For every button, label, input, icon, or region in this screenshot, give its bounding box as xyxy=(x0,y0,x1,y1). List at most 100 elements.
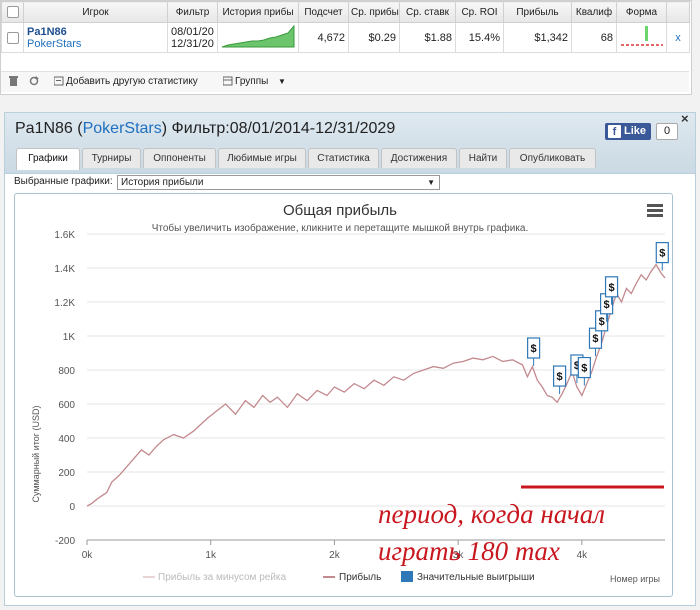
avg-stake-cell: $1.88 xyxy=(399,22,456,53)
player-name-link[interactable]: Pa1N86 xyxy=(27,26,164,38)
tab-search[interactable]: Найти xyxy=(459,148,507,168)
x-tick-label: 1k xyxy=(205,550,217,561)
tab-statistics[interactable]: Статистика xyxy=(308,148,379,168)
y-tick-label: 800 xyxy=(58,366,75,377)
table-row: Pa1N86 PokerStars 08/01/20 12/31/20 4,67… xyxy=(1,22,690,53)
big-win-dollar: $ xyxy=(604,299,610,311)
history-sparkline-cell xyxy=(217,22,299,53)
y-tick-label: 600 xyxy=(58,400,75,411)
tab-tournaments[interactable]: Турниры xyxy=(82,148,141,168)
big-win-marker[interactable]: $ xyxy=(527,337,541,366)
col-form[interactable]: Форма xyxy=(616,1,667,23)
row-checkbox[interactable] xyxy=(1,22,24,53)
profit-cell: $1,342 xyxy=(503,22,572,53)
stats-panel: Игрок Фильтр История прибы Подсчет Ср. п… xyxy=(0,0,692,95)
legend-rake-label[interactable]: Прибыль за минусом рейка xyxy=(158,571,287,583)
big-win-dollar: $ xyxy=(608,282,614,294)
legend-profit-label[interactable]: Прибыль xyxy=(339,571,381,583)
x-tick-label: 0k xyxy=(82,550,94,561)
select-all-checkbox[interactable] xyxy=(1,1,24,23)
y-axis-title: Суммарный итог (USD) xyxy=(31,405,41,502)
col-qualif[interactable]: Квалиф xyxy=(571,1,617,23)
tab-publish[interactable]: Опубликовать xyxy=(509,148,596,168)
x-axis-title: Номер игры xyxy=(610,574,660,584)
tab-opponents[interactable]: Оппоненты xyxy=(143,148,216,168)
stats-toolbar: Добавить другую статистику Группы ▼ xyxy=(1,71,689,92)
dropdown-arrow-icon: ▼ xyxy=(427,178,435,187)
big-win-marker[interactable]: $ xyxy=(588,327,603,357)
panel-title: Pa1N86 (PokerStars) Фильтр:08/01/2014-12… xyxy=(15,120,396,137)
trash-icon[interactable] xyxy=(9,76,18,89)
y-tick-label: 1.2K xyxy=(54,298,75,309)
col-history[interactable]: История прибы xyxy=(217,1,299,23)
y-tick-label: -200 xyxy=(55,536,75,547)
big-win-dollar: $ xyxy=(599,316,605,328)
chevron-down-icon[interactable]: ▼ xyxy=(278,77,286,86)
fb-like-label: Like xyxy=(624,125,647,137)
count-cell: 4,672 xyxy=(298,22,349,53)
chart-subtitle: Чтобы увеличить изображение, кликните и … xyxy=(152,222,529,234)
col-avg-stake[interactable]: Ср. ставк xyxy=(399,1,456,23)
col-player[interactable]: Игрок xyxy=(23,1,168,23)
add-stats-link[interactable]: Добавить другую статистику xyxy=(66,76,198,87)
col-remove xyxy=(666,1,690,23)
big-win-marker[interactable]: $ xyxy=(655,241,669,271)
profit-chart[interactable]: Общая прибыль Чтобы увеличить изображени… xyxy=(14,193,673,597)
filter-to: 12/31/20 xyxy=(171,37,214,50)
chart-selector-row: Выбранные графики: История прибыли ▼ xyxy=(14,175,440,190)
chart-select-value: История прибыли xyxy=(121,177,204,188)
avg-roi-cell: 15.4% xyxy=(455,22,504,53)
player-site-link[interactable]: PokerStars xyxy=(27,38,164,50)
annotation-line1: период, когда начал xyxy=(378,499,605,529)
title-site[interactable]: PokerStars xyxy=(83,120,162,137)
x-tick-label: 2k xyxy=(329,550,341,561)
y-tick-label: 200 xyxy=(58,468,75,479)
facebook-like-button[interactable]: f Like xyxy=(605,123,651,140)
big-win-marker[interactable]: $ xyxy=(577,356,591,386)
annotation-line2: играть 180 max xyxy=(378,536,560,566)
big-win-dollar: $ xyxy=(581,363,587,375)
title-filter: Фильтр:08/01/2014-12/31/2029 xyxy=(171,120,396,137)
facebook-like-icon: f xyxy=(608,125,621,138)
y-tick-label: 1.6K xyxy=(54,230,75,241)
legend-bigwins-label[interactable]: Значительные выигрыши xyxy=(417,572,535,583)
close-icon[interactable]: × xyxy=(681,111,689,126)
col-count[interactable]: Подсчет xyxy=(298,1,349,23)
groups-dropdown[interactable]: Группы xyxy=(235,76,268,87)
big-win-dollar: $ xyxy=(592,333,598,345)
stats-table: Игрок Фильтр История прибы Подсчет Ср. п… xyxy=(1,1,690,53)
filter-from: 08/01/20 xyxy=(171,25,214,38)
tab-achievements[interactable]: Достижения xyxy=(381,148,457,168)
form-chart xyxy=(621,26,663,46)
col-profit[interactable]: Прибыль xyxy=(503,1,572,23)
x-tick-label: 4k xyxy=(577,550,589,561)
qualif-cell: 68 xyxy=(571,22,617,53)
selector-label: Выбранные графики: xyxy=(14,176,113,187)
chart-title: Общая прибыль xyxy=(283,202,397,219)
profit-chart-svg[interactable]: Общая прибыль Чтобы увеличить изображени… xyxy=(15,194,672,596)
y-tick-label: 1K xyxy=(63,332,76,343)
col-filter[interactable]: Фильтр xyxy=(167,1,218,23)
avg-profit-cell: $0.29 xyxy=(348,22,400,53)
series-line-profit xyxy=(86,263,666,507)
annotation: период, когда начал играть 180 max xyxy=(378,485,664,566)
filter-cell: 08/01/20 12/31/20 xyxy=(167,22,218,53)
remove-row-link[interactable]: x xyxy=(666,22,690,53)
table-header-row: Игрок Фильтр История прибы Подсчет Ср. п… xyxy=(1,1,690,23)
player-chart-panel: Pa1N86 (PokerStars) Фильтр:08/01/2014-12… xyxy=(4,111,696,606)
col-avg-roi[interactable]: Ср. ROI xyxy=(455,1,504,23)
refresh-icon[interactable] xyxy=(29,76,39,89)
title-player: Pa1N86 xyxy=(15,120,73,137)
y-tick-label: 400 xyxy=(58,434,75,445)
form-cell xyxy=(616,22,667,53)
panel-header: Pa1N86 (PokerStars) Фильтр:08/01/2014-12… xyxy=(5,111,695,174)
groups-icon xyxy=(222,76,233,89)
tab-charts[interactable]: Графики xyxy=(16,148,80,170)
tab-favorite-games[interactable]: Любимые игры xyxy=(218,148,306,168)
chart-menu-icon[interactable] xyxy=(647,204,663,219)
big-win-dollar: $ xyxy=(531,343,537,355)
history-sparkline xyxy=(221,24,295,48)
big-win-dollar: $ xyxy=(659,248,665,260)
chart-select[interactable]: История прибыли ▼ xyxy=(117,175,440,190)
col-avg-profit[interactable]: Ср. прибы xyxy=(348,1,400,23)
